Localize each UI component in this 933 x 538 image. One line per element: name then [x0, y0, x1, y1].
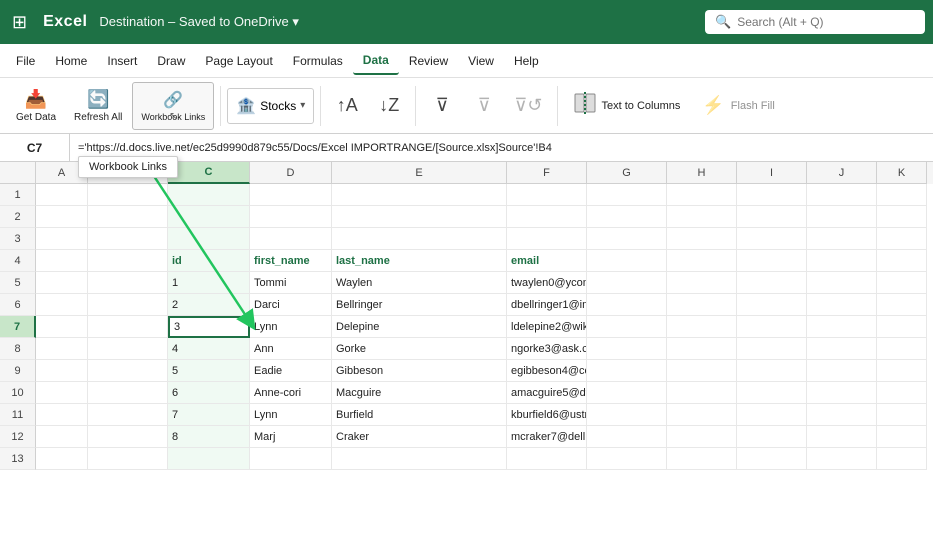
formula-content: ='https://d.docs.live.net/ec25d9990d879c… — [70, 142, 933, 154]
row-num[interactable]: 10 — [0, 382, 36, 404]
table-row: 73LynnDelepineldelepine2@wikispaces.com — [0, 316, 933, 338]
menu-bar: File Home Insert Draw Page Layout Formul… — [0, 44, 933, 78]
col-header-g[interactable]: G — [587, 162, 667, 184]
formula-text: ='https://d.docs.live.net/ec25d9990d879c… — [78, 142, 552, 154]
table-row: 95EadieGibbesonegibbeson4@comsenz.com — [0, 360, 933, 382]
separator-1 — [220, 86, 221, 126]
col-header-f[interactable]: F — [507, 162, 587, 184]
row-num[interactable]: 7 — [0, 316, 36, 338]
table-row: 3 — [0, 228, 933, 250]
row-num[interactable]: 6 — [0, 294, 36, 316]
row-num[interactable]: 2 — [0, 206, 36, 228]
table-row: 106Anne-coriMacguireamacguire5@dyndns.or… — [0, 382, 933, 404]
separator-3 — [415, 86, 416, 126]
filter-icon: ⊽ — [436, 95, 449, 116]
row-num[interactable]: 3 — [0, 228, 36, 250]
workbook-links-tooltip: Workbook Links — [78, 156, 178, 178]
table-row: 13 — [0, 448, 933, 470]
search-input[interactable] — [737, 15, 907, 29]
sort-asc-button[interactable]: ↑A — [327, 82, 367, 130]
sort-desc-button[interactable]: ↓Z — [369, 82, 409, 130]
app-name: Excel — [43, 13, 87, 31]
col-header-c[interactable]: C — [168, 162, 250, 184]
sheet-grid: A B C D E F G H I J K 1 2 3 4idfirst_nam… — [0, 162, 933, 470]
menu-help[interactable]: Help — [504, 48, 549, 74]
table-row: 51TommiWaylentwaylen0@ycombinator.com — [0, 272, 933, 294]
doc-title: Destination – Saved to OneDrive ▾ — [99, 14, 693, 30]
row-num[interactable]: 8 — [0, 338, 36, 360]
menu-formulas[interactable]: Formulas — [283, 48, 353, 74]
table-row: 62DarciBellringerdbellringer1@imdb.com — [0, 294, 933, 316]
menu-page-layout[interactable]: Page Layout — [195, 48, 282, 74]
col-header-e[interactable]: E — [332, 162, 507, 184]
row-num[interactable]: 11 — [0, 404, 36, 426]
top-bar: ⊞ Excel Destination – Saved to OneDrive … — [0, 0, 933, 44]
search-icon: 🔍 — [715, 14, 731, 30]
menu-view[interactable]: View — [458, 48, 504, 74]
row-num[interactable]: 5 — [0, 272, 36, 294]
cell-reference[interactable]: C7 — [0, 134, 70, 161]
table-row: 4idfirst_namelast_nameemail — [0, 250, 933, 272]
col-header-h[interactable]: H — [667, 162, 737, 184]
refresh-icon: 🔄 — [87, 89, 109, 110]
menu-review[interactable]: Review — [399, 48, 458, 74]
reapply-icon: ⊽↺ — [514, 95, 542, 116]
menu-draw[interactable]: Draw — [147, 48, 195, 74]
separator-4 — [557, 86, 558, 126]
table-row: 1 — [0, 184, 933, 206]
workbook-links-icon: 🔗 — [163, 90, 183, 110]
table-row: 117LynnBurfieldkburfield6@ustream.tv — [0, 404, 933, 426]
stocks-icon: 🏦 — [236, 96, 256, 116]
menu-data[interactable]: Data — [353, 47, 399, 75]
flash-fill-icon: ⚡ — [702, 95, 724, 116]
waffle-icon[interactable]: ⊞ — [8, 8, 31, 37]
text-to-columns-button[interactable]: Text to Columns — [564, 82, 691, 130]
row-num-header — [0, 162, 36, 184]
stocks-button[interactable]: 🏦 Stocks ▾ — [227, 88, 314, 124]
row-num[interactable]: 12 — [0, 426, 36, 448]
col-header-d[interactable]: D — [250, 162, 332, 184]
search-box[interactable]: 🔍 — [705, 10, 925, 34]
ribbon: 📥 Get Data 🔄 Refresh All 🔗 Workbook Link… — [0, 78, 933, 134]
row-num[interactable]: 13 — [0, 448, 36, 470]
workbook-links-button[interactable]: 🔗 Workbook Links ↖ — [132, 82, 214, 130]
get-data-button[interactable]: 📥 Get Data — [8, 82, 64, 130]
stocks-dropdown-icon: ▾ — [300, 100, 305, 111]
table-row: 84AnnGorkengorke3@ask.com — [0, 338, 933, 360]
menu-insert[interactable]: Insert — [97, 48, 147, 74]
col-header-j[interactable]: J — [807, 162, 877, 184]
menu-file[interactable]: File — [6, 48, 45, 74]
row-num[interactable]: 1 — [0, 184, 36, 206]
menu-home[interactable]: Home — [45, 48, 97, 74]
spreadsheet-area: A B C D E F G H I J K 1 2 3 4idfirst_nam… — [0, 162, 933, 470]
row-num[interactable]: 4 — [0, 250, 36, 272]
refresh-all-button[interactable]: 🔄 Refresh All — [66, 82, 130, 130]
text-to-columns-icon — [574, 91, 596, 121]
flash-fill-button[interactable]: ⚡ Flash Fill — [692, 82, 784, 130]
tooltip-label: Workbook Links — [89, 161, 167, 173]
sort-asc-icon: ↑A — [337, 95, 358, 116]
table-row: 2 — [0, 206, 933, 228]
clear-filter-icon: ⊽ — [478, 95, 491, 116]
clear-filter-button[interactable]: ⊽ — [464, 82, 504, 130]
col-header-i[interactable]: I — [737, 162, 807, 184]
separator-2 — [320, 86, 321, 126]
col-header-k[interactable]: K — [877, 162, 927, 184]
row-num[interactable]: 9 — [0, 360, 36, 382]
table-row: 128MarjCrakermcraker7@dell.com — [0, 426, 933, 448]
filter-button[interactable]: ⊽ — [422, 82, 462, 130]
get-data-icon: 📥 — [25, 89, 47, 110]
sort-desc-icon: ↓Z — [379, 95, 399, 116]
reapply-button[interactable]: ⊽↺ — [506, 82, 550, 130]
